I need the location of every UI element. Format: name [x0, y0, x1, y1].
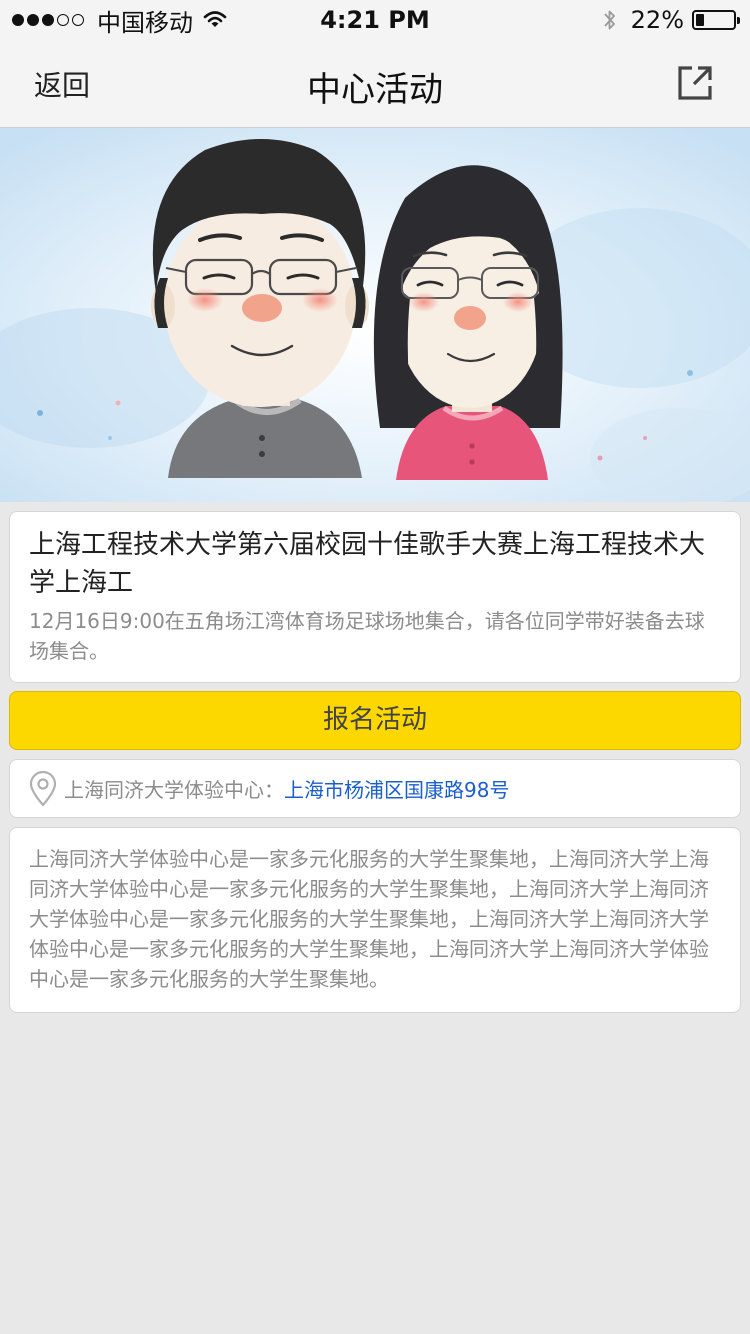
status-bar: 中国移动 4:21 PM 22% — [0, 0, 750, 40]
page-title: 中心活动 — [307, 70, 443, 110]
location-pin-icon — [29, 770, 57, 806]
battery-icon — [692, 10, 740, 30]
center-description-card: 上海同济大学体验中心是一家多元化服务的大学生聚集地，上海同济大学上海同济大学体验… — [9, 827, 741, 1013]
event-banner-image — [0, 128, 750, 502]
center-description: 上海同济大学体验中心是一家多元化服务的大学生聚集地，上海同济大学上海同济大学体验… — [29, 847, 709, 991]
location-label: 上海同济大学体验中心： — [64, 778, 284, 802]
share-icon[interactable] — [676, 64, 714, 102]
status-right: 22% — [603, 5, 740, 35]
signup-button[interactable]: 报名活动 — [9, 691, 741, 750]
battery-level — [696, 14, 704, 26]
location-address-link[interactable]: 上海市杨浦区国康路98号 — [284, 774, 509, 803]
nav-bar: 返回 中心活动 — [0, 40, 750, 128]
event-info-card: 上海工程技术大学第六届校园十佳歌手大赛上海工程技术大学上海工 12月16日9:0… — [9, 511, 741, 683]
event-title: 上海工程技术大学第六届校园十佳歌手大赛上海工程技术大学上海工 — [29, 530, 706, 598]
location-card: 上海同济大学体验中心： 上海市杨浦区国康路98号 — [9, 759, 741, 818]
event-description: 12月16日9:00在五角场江湾体育场足球场地集合，请各位同学带好装备去球场集合… — [29, 609, 705, 663]
battery-percent: 22% — [630, 6, 684, 34]
bluetooth-icon — [603, 8, 617, 32]
